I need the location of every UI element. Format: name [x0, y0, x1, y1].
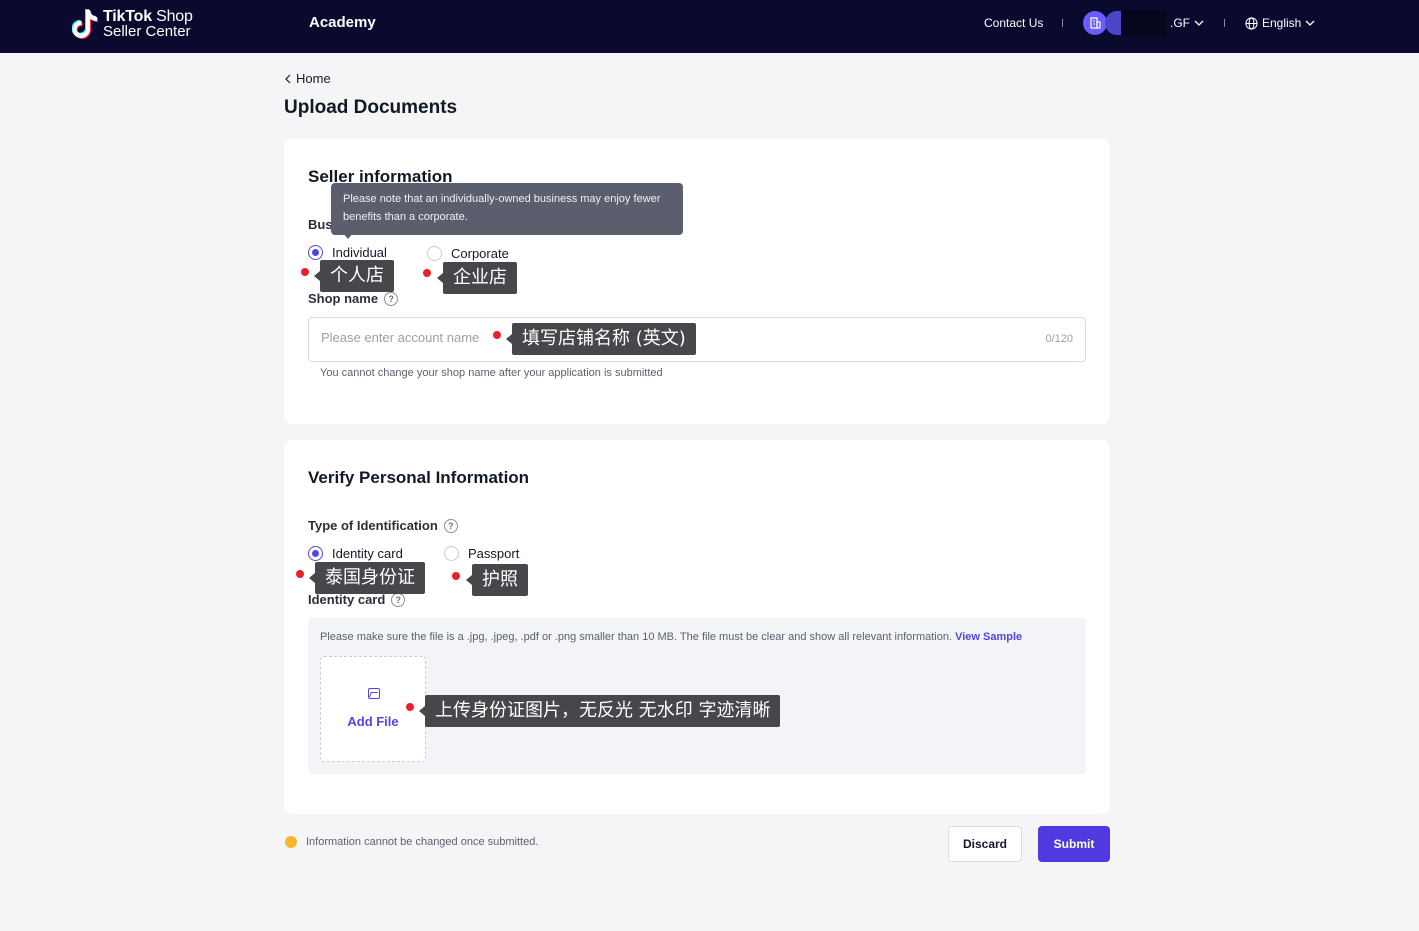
globe-icon	[1245, 16, 1258, 30]
radio-passport[interactable]: Passport	[444, 546, 519, 561]
annotation-passport: 护照	[466, 564, 528, 596]
tiktok-shop-logo[interactable]: TikTok Shop Seller Center	[71, 7, 193, 41]
personal-information-card: Verify Personal Information Type of Iden…	[284, 440, 1110, 814]
chevron-left-icon	[285, 74, 291, 83]
submit-button[interactable]: Submit	[1038, 826, 1110, 862]
account-avatar-secondary	[1105, 11, 1121, 35]
help-icon[interactable]: ?	[443, 518, 458, 533]
annotation-marker	[301, 268, 309, 276]
top-navigation-bar: TikTok Shop Seller Center Academy Contac…	[0, 0, 1419, 53]
submission-warning-text: Information cannot be changed once submi…	[306, 836, 539, 848]
help-icon[interactable]: ?	[384, 291, 399, 306]
annotation-marker	[406, 703, 414, 711]
account-name-suffix: .GF	[1170, 16, 1190, 30]
chevron-down-icon	[1305, 20, 1315, 26]
radio-passport-label: Passport	[468, 546, 520, 561]
account-switcher[interactable]: .GF	[1170, 16, 1204, 30]
tooltip-arrow	[343, 233, 353, 239]
account-avatar[interactable]	[1083, 11, 1107, 35]
warning-icon	[285, 836, 297, 848]
annotation-marker	[493, 331, 501, 339]
submission-warning: Information cannot be changed once submi…	[285, 836, 538, 848]
identity-card-label-text: Identity card	[308, 592, 386, 607]
view-sample-link[interactable]: View Sample	[955, 631, 1022, 643]
radio-selected-indicator[interactable]	[308, 245, 323, 260]
page-title: Upload Documents	[284, 97, 458, 118]
shop-name-label: Shop name ?	[308, 291, 399, 306]
annotation-upload: 上传身份证图片，无反光 无水印 字迹清晰	[418, 695, 781, 727]
breadcrumb[interactable]: Home	[285, 71, 331, 86]
annotation-shop-name: 填写店铺名称 (英文)	[506, 323, 696, 355]
radio-corporate-label: Corporate	[451, 246, 509, 261]
radio-identity-card-label: Identity card	[332, 546, 403, 561]
header-divider	[1062, 19, 1063, 27]
shop-name-input-wrapper[interactable]: 0/120	[308, 317, 1086, 362]
annotation-marker	[423, 269, 431, 277]
redacted-account-name	[1121, 10, 1167, 36]
business-type-tooltip: Please note that an individually-owned b…	[331, 183, 683, 235]
identity-card-upload-label: Identity card ?	[308, 592, 406, 607]
image-icon	[368, 688, 380, 699]
breadcrumb-home[interactable]: Home	[296, 71, 331, 86]
header-divider	[1224, 19, 1225, 27]
radio-individual-label: Individual	[332, 245, 387, 260]
annotation-identity-card: 泰国身份证	[309, 562, 425, 594]
radio-selected-indicator[interactable]	[308, 546, 323, 561]
building-icon	[1090, 17, 1101, 29]
radio-unselected-indicator[interactable]	[427, 246, 442, 261]
upload-requirements: Please make sure the file is a .jpg, .jp…	[320, 631, 1022, 643]
annotation-individual: 个人店	[314, 260, 394, 292]
id-type-label-text: Type of Identification	[308, 518, 438, 533]
language-selector[interactable]: English	[1245, 16, 1315, 30]
tiktok-logo-icon	[71, 8, 98, 40]
nav-academy-link[interactable]: Academy	[309, 14, 376, 31]
contact-us-link[interactable]: Contact Us	[984, 16, 1043, 30]
radio-corporate[interactable]: Corporate	[427, 246, 509, 261]
shop-name-hint: You cannot change your shop name after y…	[320, 367, 663, 379]
id-type-label: Type of Identification ?	[308, 518, 458, 533]
chevron-down-icon	[1194, 20, 1204, 26]
character-counter: 0/120	[1045, 333, 1073, 345]
radio-individual[interactable]: Individual	[308, 245, 387, 260]
help-icon[interactable]: ?	[391, 592, 406, 607]
section-title: Verify Personal Information	[308, 468, 530, 487]
annotation-marker	[452, 572, 460, 580]
brand-subtitle: Seller Center	[103, 23, 191, 40]
add-file-label[interactable]: Add File	[321, 714, 425, 729]
annotation-marker	[296, 570, 304, 578]
radio-identity-card[interactable]: Identity card	[308, 546, 403, 561]
seller-information-card: Seller information Business type Individ…	[284, 139, 1110, 424]
radio-unselected-indicator[interactable]	[444, 546, 459, 561]
language-label: English	[1262, 16, 1302, 30]
shop-name-label-text: Shop name	[308, 291, 379, 306]
annotation-corporate: 企业店	[437, 262, 517, 294]
upload-requirements-text: Please make sure the file is a .jpg, .jp…	[320, 631, 953, 643]
discard-button[interactable]: Discard	[948, 826, 1022, 862]
